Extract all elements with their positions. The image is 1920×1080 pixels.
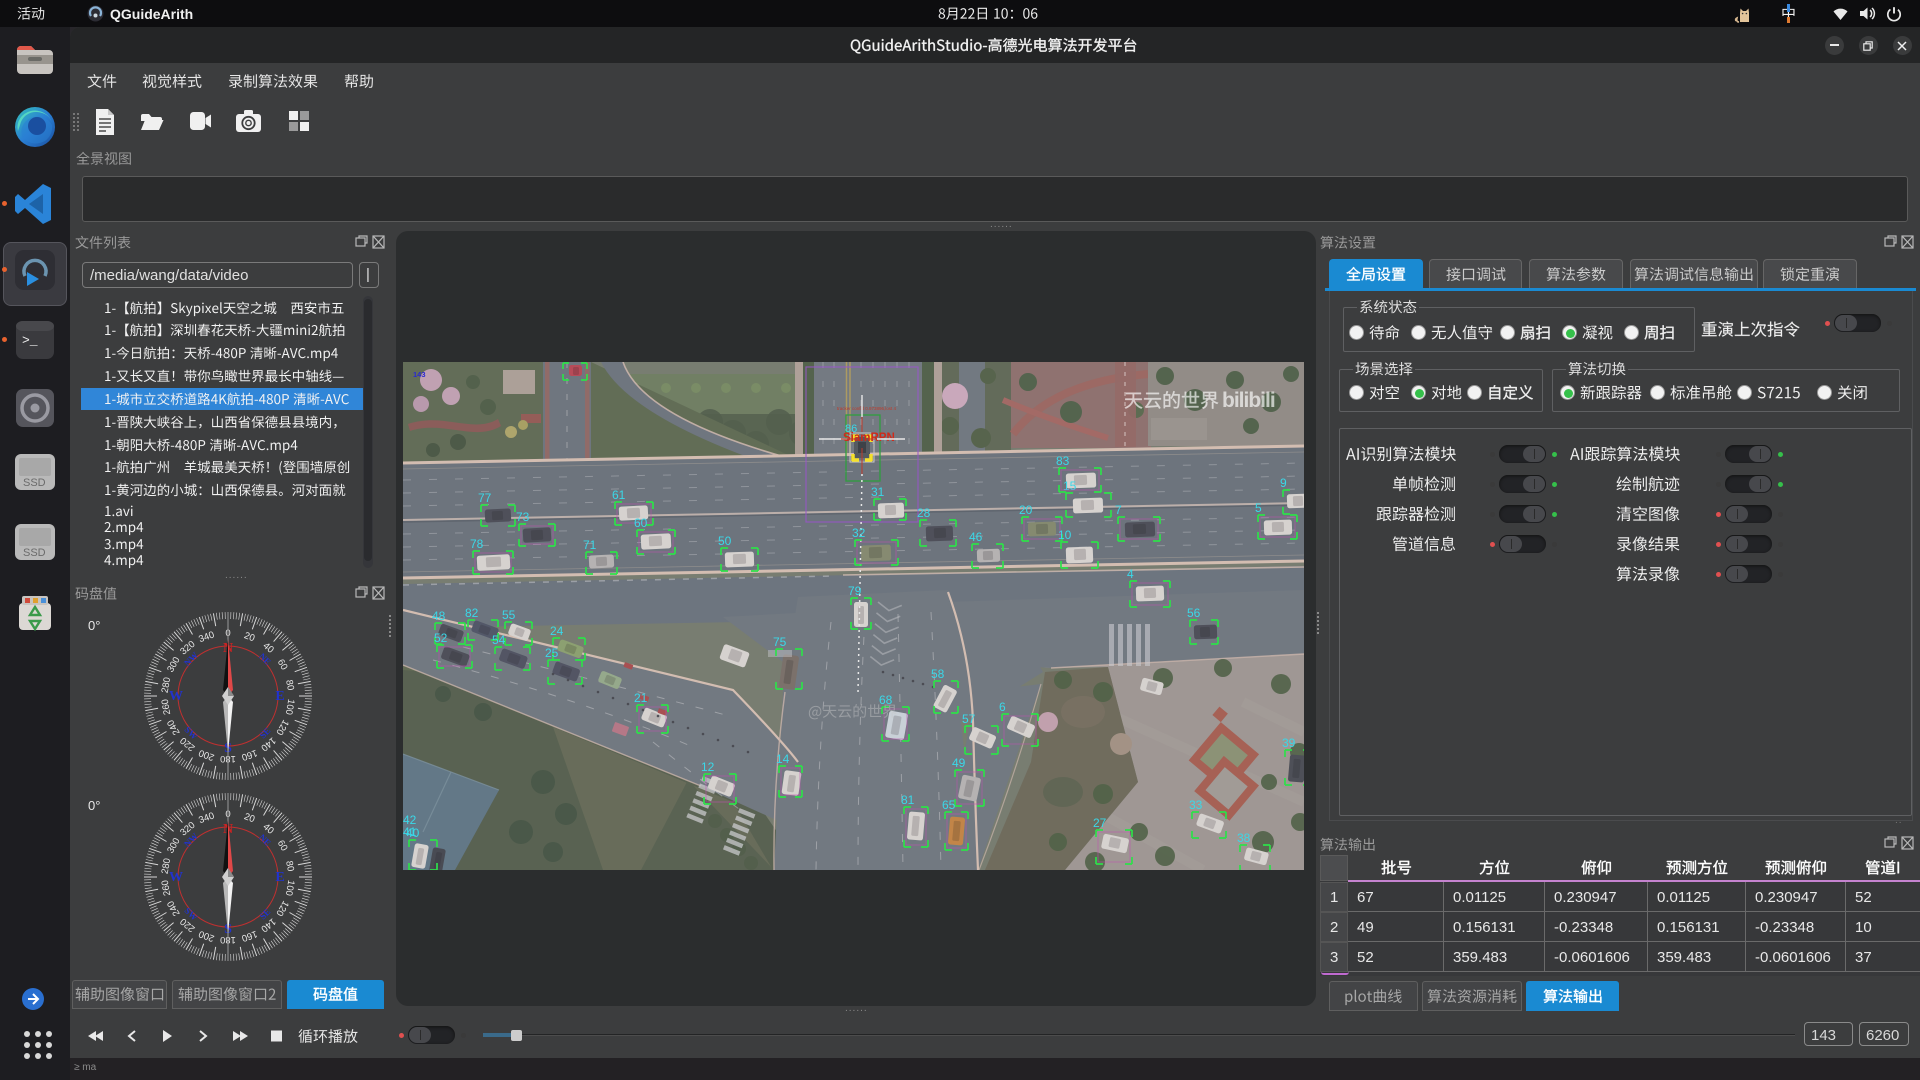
svg-text:200: 200 [197, 747, 216, 763]
svg-text:32: 32 [852, 526, 866, 540]
svg-text:21: 21 [634, 691, 648, 705]
svg-text:82: 82 [465, 606, 479, 620]
svg-text:SiamRPN: SiamRPN [843, 432, 895, 444]
svg-text:120: 120 [273, 718, 290, 737]
svg-text:bilibili: bilibili [1222, 389, 1275, 412]
svg-text:60: 60 [634, 516, 648, 530]
svg-text:tracker confid 0.973896,lost 4: tracker confid 0.973896,lost 4 [837, 406, 897, 411]
svg-text:SSD: SSD [23, 547, 46, 559]
svg-text:E: E [275, 689, 284, 704]
svg-text:W: W [169, 689, 183, 704]
svg-text:6: 6 [999, 700, 1006, 714]
svg-text:10: 10 [1058, 528, 1072, 542]
svg-text:240: 240 [165, 899, 182, 918]
svg-text:7: 7 [1115, 503, 1122, 517]
svg-text:56: 56 [1187, 606, 1201, 620]
svg-text:75: 75 [773, 635, 787, 649]
svg-text:340: 340 [197, 629, 216, 645]
svg-text:83: 83 [1056, 454, 1070, 468]
svg-text:57: 57 [962, 712, 976, 726]
svg-text:SSD: SSD [23, 477, 46, 489]
svg-text:>_: >_ [22, 333, 38, 348]
svg-text:38: 38 [1237, 831, 1251, 845]
svg-text:68: 68 [879, 693, 893, 707]
svg-text:27: 27 [1093, 816, 1107, 830]
svg-text:46: 46 [969, 530, 983, 544]
svg-text:200: 200 [197, 928, 216, 944]
svg-text:81: 81 [901, 793, 915, 807]
svg-text:15: 15 [1063, 479, 1077, 493]
svg-text:340: 340 [197, 810, 216, 826]
svg-text:78: 78 [470, 537, 484, 551]
svg-text:71: 71 [583, 538, 597, 552]
svg-text:28: 28 [917, 506, 931, 520]
svg-text:84: 84 [560, 362, 574, 363]
svg-text:9: 9 [1280, 476, 1287, 490]
svg-text:100: 100 [283, 879, 297, 897]
svg-text:33: 33 [1189, 798, 1203, 812]
svg-text:25: 25 [545, 646, 559, 660]
svg-text:79: 79 [848, 584, 862, 598]
svg-text:31: 31 [871, 485, 885, 499]
svg-text:300: 300 [165, 655, 182, 674]
svg-text:300: 300 [165, 836, 182, 855]
svg-text:100: 100 [283, 698, 297, 716]
svg-text:73: 73 [516, 510, 530, 524]
svg-text:24: 24 [550, 624, 564, 638]
svg-text:160: 160 [240, 747, 259, 763]
svg-text:48: 48 [432, 609, 446, 623]
svg-text:14: 14 [776, 752, 790, 766]
svg-text:20: 20 [1019, 503, 1033, 517]
svg-text:120: 120 [273, 899, 290, 918]
svg-text:58: 58 [931, 667, 945, 681]
svg-text:60: 60 [275, 838, 290, 853]
svg-text:61: 61 [612, 488, 626, 502]
svg-text:160: 160 [240, 928, 259, 944]
svg-text:12: 12 [701, 760, 715, 774]
svg-text:77: 77 [478, 491, 492, 505]
svg-text:52: 52 [434, 631, 448, 645]
svg-text:41: 41 [403, 825, 417, 839]
svg-text:143: 143 [413, 370, 426, 379]
svg-text:5: 5 [1255, 501, 1262, 515]
svg-text:65: 65 [942, 798, 956, 812]
svg-text:20: 20 [243, 630, 257, 644]
svg-text:55: 55 [502, 608, 516, 622]
svg-text:E: E [275, 870, 284, 885]
svg-text:80: 80 [283, 679, 296, 691]
svg-text:20: 20 [243, 811, 257, 825]
svg-text:240: 240 [165, 718, 182, 737]
svg-text:54: 54 [492, 633, 506, 647]
svg-text:60: 60 [275, 657, 290, 672]
svg-text:49: 49 [952, 756, 966, 770]
svg-text:W: W [169, 870, 183, 885]
svg-text:50: 50 [718, 534, 732, 548]
svg-text:80: 80 [283, 860, 296, 872]
svg-text:39: 39 [1282, 736, 1296, 750]
svg-text:4: 4 [1127, 567, 1134, 581]
